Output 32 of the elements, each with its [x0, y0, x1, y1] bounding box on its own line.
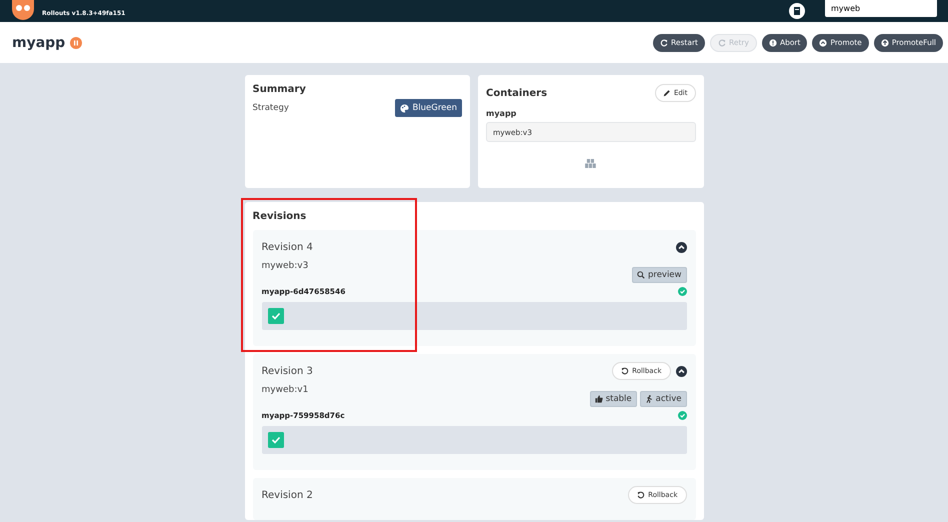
active-badge: active [640, 391, 686, 407]
healthy-status-icon [678, 287, 686, 296]
arrow-up-icon [880, 38, 889, 46]
warning-icon [768, 38, 777, 46]
pause-status-icon [70, 36, 82, 48]
container-name: myapp [486, 109, 518, 118]
pencil-icon [662, 89, 671, 97]
restart-icon [660, 38, 668, 46]
undo-icon [621, 367, 630, 375]
search-field[interactable]: myweb [825, 0, 937, 17]
revision-title: Revision 2 [262, 490, 314, 500]
containers-title: Containers [486, 88, 548, 98]
revision-title: Revision 4 [262, 242, 314, 252]
retry-icon [718, 38, 726, 46]
preview-badge: preview [632, 267, 686, 283]
strategy-badge: BlueGreen [395, 99, 462, 117]
chevron-up-icon [819, 38, 828, 46]
document-icon[interactable] [789, 3, 805, 19]
app-name: myapp [12, 34, 66, 50]
collapse-toggle[interactable] [676, 366, 686, 376]
healthy-status-icon [678, 411, 686, 420]
image-tag: myweb:v3 [262, 261, 308, 271]
revisions-title: Revisions [252, 211, 308, 222]
octopus-logo-icon [12, 0, 34, 20]
collapse-toggle[interactable] [676, 242, 686, 252]
undo-icon [637, 491, 646, 499]
strategy-label: Strategy [252, 103, 289, 113]
stable-badge: stable [590, 391, 637, 407]
summary-title: Summary [252, 84, 307, 95]
image-tag: myweb:v1 [262, 385, 308, 395]
revision-title: Revision 3 [262, 366, 314, 376]
boxes-icon [585, 159, 596, 168]
